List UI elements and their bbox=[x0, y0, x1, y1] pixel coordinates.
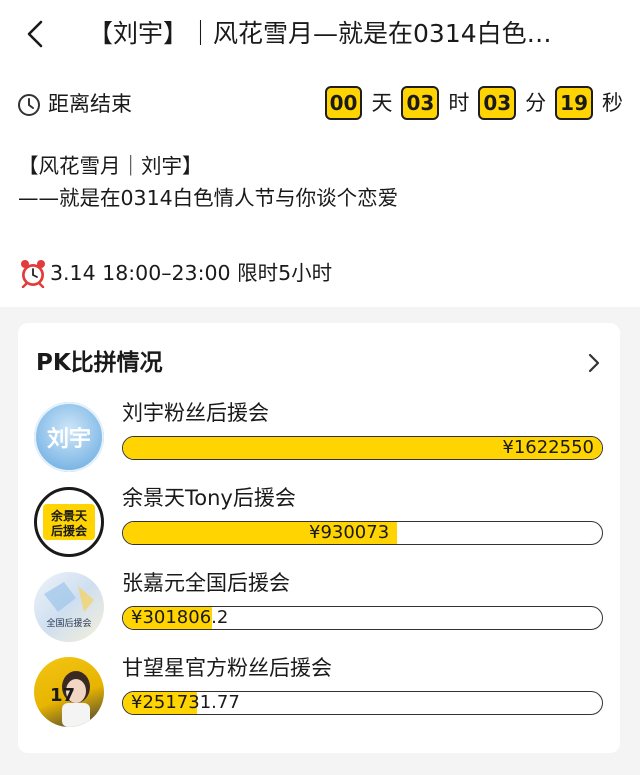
avatar: 17 bbox=[34, 657, 104, 727]
clock-icon bbox=[18, 94, 40, 116]
avatar-art: 全国后援会 bbox=[44, 582, 94, 629]
chevron-left-icon bbox=[27, 20, 43, 48]
pk-row-name: 甘望星官方粉丝后援会 bbox=[122, 656, 332, 680]
countdown-days-unit: 天 bbox=[371, 91, 393, 115]
chevron-right-icon bbox=[588, 353, 600, 373]
event-time-line: 3.14 18:00–23:00 限时5小时 bbox=[18, 256, 332, 290]
avatar-text: 全国后援会 bbox=[46, 617, 91, 629]
avatar-text-1: 余景天 bbox=[50, 508, 88, 523]
avatar-text-2: 后援会 bbox=[51, 523, 88, 538]
pk-row[interactable]: 17 甘望星官方粉丝后援会 ¥251731.77 bbox=[34, 653, 609, 727]
back-button[interactable] bbox=[22, 20, 48, 48]
pk-title: PK比拼情况 bbox=[36, 350, 163, 376]
countdown-bar: 距离结束 00 天 03 时 03 分 19 秒 bbox=[0, 80, 640, 126]
countdown-seconds-unit: 秒 bbox=[602, 91, 623, 115]
pk-progress-bar: ¥1622550 bbox=[122, 436, 603, 460]
avatar: 全国后援会 bbox=[34, 572, 104, 642]
alarm-clock-icon bbox=[21, 260, 45, 288]
pk-row-name: 刘宇粉丝后援会 bbox=[122, 401, 269, 425]
countdown-label: 距离结束 bbox=[48, 92, 132, 116]
avatar-art: 余景天 后援会 bbox=[43, 504, 95, 540]
pk-row[interactable]: 刘宇 刘宇粉丝后援会 ¥1622550 bbox=[34, 398, 609, 472]
pk-row[interactable]: 余景天 后援会 余景天Tony后援会 ¥930073 bbox=[34, 483, 609, 557]
countdown-minutes: 03 bbox=[478, 86, 517, 120]
avatar-text: 刘宇 bbox=[47, 426, 91, 452]
countdown-days: 00 bbox=[324, 86, 363, 120]
description-line-1: 【风花雪月｜刘宇】 bbox=[18, 154, 203, 178]
event-time: 3.14 18:00–23:00 限时5小时 bbox=[50, 261, 333, 285]
countdown-seconds: 19 bbox=[555, 86, 593, 120]
pk-amount: ¥930073 bbox=[309, 522, 390, 543]
description-line-2: ——就是在0314白色情人节与你谈个恋爱 bbox=[18, 186, 399, 210]
avatar-art: 17 bbox=[50, 671, 90, 727]
avatar-art: 刘宇 bbox=[34, 402, 104, 472]
nav-bar: 【刘宇】｜风花雪月—就是在0314白色… bbox=[0, 0, 640, 68]
pk-card: PK比拼情况 刘宇 刘宇粉丝后援会 ¥1622550 余景天 后援会 余景天To… bbox=[18, 323, 620, 753]
top-panel: 【刘宇】｜风花雪月—就是在0314白色… 距离结束 00 天 03 时 03 分… bbox=[0, 0, 640, 307]
avatar: 余景天 后援会 bbox=[34, 487, 104, 557]
pk-amount: ¥251731.77 bbox=[131, 692, 240, 713]
pk-row-name: 余景天Tony后援会 bbox=[122, 486, 296, 510]
pk-progress-bar: ¥301806.2 bbox=[122, 606, 603, 630]
event-description: 【风花雪月｜刘宇】 ——就是在0314白色情人节与你谈个恋爱 bbox=[18, 150, 628, 214]
page-title: 【刘宇】｜风花雪月—就是在0314白色… bbox=[88, 19, 552, 48]
countdown-timer: 00 天 03 时 03 分 19 秒 bbox=[324, 86, 623, 120]
pk-row-name: 张嘉元全国后援会 bbox=[122, 571, 290, 595]
avatar: 刘宇 bbox=[34, 402, 104, 472]
pk-amount: ¥1622550 bbox=[502, 437, 594, 458]
pk-row[interactable]: 全国后援会 张嘉元全国后援会 ¥301806.2 bbox=[34, 568, 609, 642]
pk-progress-bar: ¥251731.77 bbox=[122, 691, 603, 715]
pk-amount: ¥301806.2 bbox=[131, 607, 229, 628]
countdown-hours-unit: 时 bbox=[448, 91, 470, 115]
avatar-text: 17 bbox=[50, 685, 75, 706]
pk-more-button[interactable] bbox=[584, 350, 604, 376]
countdown-hours: 03 bbox=[401, 86, 440, 120]
pk-progress-bar: ¥930073 bbox=[122, 521, 603, 545]
countdown-minutes-unit: 分 bbox=[525, 91, 547, 115]
